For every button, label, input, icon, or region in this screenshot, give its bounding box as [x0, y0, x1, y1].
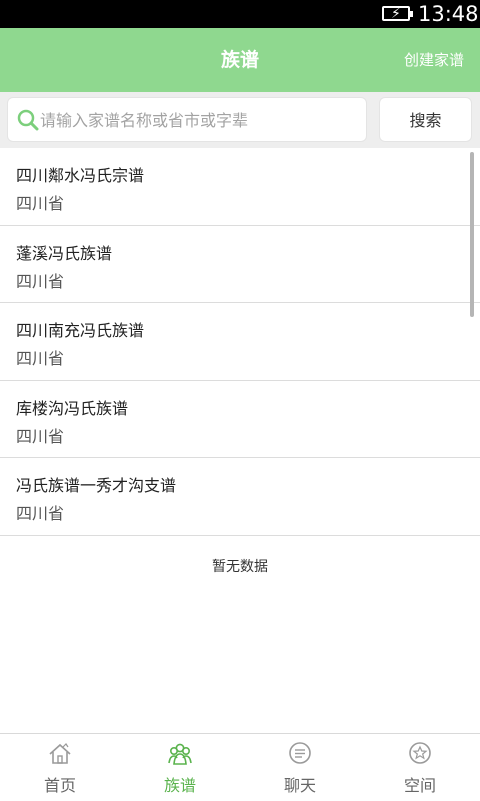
tab-chat[interactable]: 聊天 — [240, 734, 360, 801]
list-item[interactable]: 冯氏族谱一秀才沟支谱 四川省 — [0, 458, 480, 536]
header-bar: 族谱 创建家谱 — [0, 28, 480, 92]
empty-state-text: 暂无数据 — [212, 559, 268, 575]
star-space-icon — [409, 742, 431, 764]
list-item[interactable]: 库楼沟冯氏族谱 四川省 — [0, 381, 480, 458]
tab-label: 聊天 — [283, 776, 316, 795]
bottom-tab-bar: 首页 族谱 聊天 空间 — [0, 733, 480, 800]
genealogy-province: 四川省 — [16, 504, 65, 523]
genealogy-list: 四川鄰水冯氏宗谱 四川省 蓬溪冯氏族谱 四川省 四川南充冯氏族谱 四川省 库楼沟… — [0, 148, 480, 536]
genealogy-name: 库楼沟冯氏族谱 — [16, 398, 129, 418]
genealogy-name: 四川南充冯氏族谱 — [16, 321, 145, 340]
list-item[interactable]: 蓬溪冯氏族谱 四川省 — [0, 226, 480, 303]
create-genealogy-button[interactable]: 创建家谱 — [404, 28, 464, 92]
search-icon — [17, 109, 39, 131]
genealogy-name: 冯氏族谱一秀才沟支谱 — [16, 476, 177, 495]
battery-icon: ⚡ — [382, 6, 413, 22]
list-item[interactable]: 四川鄰水冯氏宗谱 四川省 — [0, 148, 480, 226]
tab-label: 族谱 — [163, 776, 196, 795]
tab-space[interactable]: 空间 — [360, 734, 480, 801]
list-item[interactable]: 四川南充冯氏族谱 四川省 — [0, 303, 480, 381]
genealogy-province: 四川省 — [16, 271, 65, 291]
status-time: 13:48 — [418, 2, 479, 26]
genealogy-province: 四川省 — [16, 426, 65, 446]
search-placeholder: 请输入家谱名称或省市或字辈 — [40, 111, 249, 130]
search-button[interactable]: 搜索 — [379, 97, 472, 142]
home-icon — [49, 743, 71, 764]
status-bar: ⚡ 13:48 — [0, 0, 480, 28]
search-bar: 请输入家谱名称或省市或字辈 搜索 — [0, 92, 480, 148]
tab-home[interactable]: 首页 — [0, 734, 120, 801]
tab-label: 空间 — [403, 776, 436, 795]
genealogy-name: 蓬溪冯氏族谱 — [16, 243, 113, 263]
family-icon — [168, 743, 192, 765]
tab-genealogy[interactable]: 族谱 — [120, 734, 240, 801]
genealogy-province: 四川省 — [16, 349, 65, 368]
search-input[interactable]: 请输入家谱名称或省市或字辈 — [7, 97, 367, 142]
tab-label: 首页 — [43, 776, 76, 795]
genealogy-province: 四川省 — [16, 194, 65, 213]
genealogy-name: 四川鄰水冯氏宗谱 — [16, 166, 145, 185]
scrollbar[interactable] — [470, 152, 474, 317]
chat-icon — [289, 742, 311, 764]
